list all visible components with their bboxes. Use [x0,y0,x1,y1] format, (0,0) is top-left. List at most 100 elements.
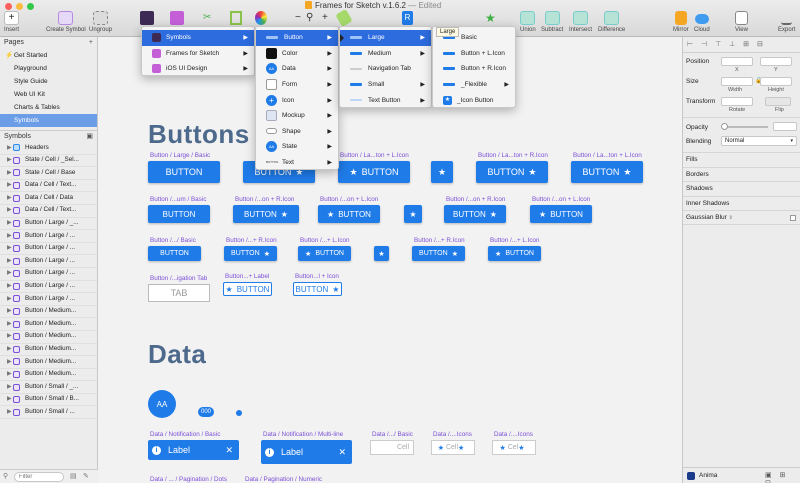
slider-knob[interactable] [721,123,728,130]
button-small-r-icon[interactable]: BUTTON ★ [412,246,465,261]
menu-item-button[interactable]: Button ▶ [256,30,338,46]
flip-buttons[interactable] [765,97,791,106]
rotate-field[interactable] [721,97,753,106]
layer-item[interactable]: ▶ Data / Cell / Text... [0,205,97,218]
menu-item-frames-for-sketch[interactable]: Frames for Sketch ▶ [142,46,254,62]
artboard-icon[interactable] [230,11,242,25]
menu-item-mockup[interactable]: Mockup ▶ [256,108,338,124]
minimize-window-button[interactable] [16,3,23,10]
align-icons[interactable]: ⊢ ⊣ ⊤ ⊥ ⊞ ⊟ [687,40,766,48]
mirror-button[interactable]: Mirror [673,11,689,33]
layer-item[interactable]: ▶ Button / Large / _... [0,218,97,231]
blur-checkbox[interactable] [790,215,796,221]
magnifier-icon[interactable]: ⚲ [306,11,313,25]
close-icon[interactable]: ✕ [338,447,346,458]
page-item-web-ui-kit[interactable]: Web UI Kit [0,88,97,101]
layer-item[interactable]: ▶ Button / Large / ... [0,268,97,281]
menu-item-small[interactable]: Small ▶ [340,77,431,93]
layer-item[interactable]: ▶ Button / Large / ... [0,243,97,256]
navigation-tab[interactable]: TAB [148,284,210,302]
intersect-button[interactable]: Intersect [569,11,592,33]
button-large-r-icon[interactable]: BUTTON ★ [476,161,548,183]
button-medium-basic[interactable]: BUTTON [148,205,210,223]
layers-filter-icon[interactable]: ▤ [70,472,77,480]
data-cell-basic[interactable]: Cell [370,440,414,455]
zoom-window-button[interactable] [27,3,34,10]
shadows-section[interactable]: Shadows [683,181,800,195]
craft-icon[interactable]: ✂ [203,11,211,25]
page-item-get-started[interactable]: ⚡ Get Started [0,49,97,62]
menu-item-shape[interactable]: Shape ▶ [256,124,338,140]
button-small-r-icon[interactable]: BUTTON ★ [224,246,277,261]
menu-item-text[interactable]: BUTTON Text ▶ [256,155,338,171]
button-medium-r-icon[interactable]: BUTTON ★ [444,205,506,223]
height-field[interactable] [760,77,792,86]
button-small-l-icon[interactable]: ★ BUTTON [488,246,541,261]
layer-item[interactable]: ▶ Button / Medium... [0,344,97,357]
menu-item-medium[interactable]: Medium ▶ [340,46,431,62]
layer-item[interactable]: ▶ Button / Medium... [0,306,97,319]
menu-item-state[interactable]: AA State ▶ [256,139,338,155]
gaussian-blur-section[interactable]: Gaussian Blur ⇕ [683,210,800,224]
ungroup-button[interactable]: Ungroup [89,11,112,33]
menu-item-button-l-icon[interactable]: Button + L.Icon [433,46,515,62]
layer-item[interactable]: ▶ Button / Small / _... [0,381,97,394]
pencil-icon[interactable]: ✎ [83,472,89,480]
layer-item[interactable]: ▶ Button / Large / ... [0,293,97,306]
layer-item[interactable]: ▶ Button / Medium... [0,331,97,344]
cloud-button[interactable]: Cloud [694,11,710,33]
close-window-button[interactable] [5,3,12,10]
button-large-basic[interactable]: BUTTON [148,161,220,183]
button-large-r-icon[interactable]: BUTTON ★ [571,161,643,183]
layer-item[interactable]: ▶ Button / Medium... [0,356,97,369]
button-large-icon-only[interactable]: ★ [431,161,453,183]
data-cell-icons[interactable]: ★ Cell ★ [431,440,475,455]
menu-item-color[interactable]: Color ▶ [256,46,338,62]
color-wheel-icon[interactable] [255,11,267,25]
plugin-r-icon[interactable]: R [402,11,413,25]
menu-item-button-r-icon[interactable]: Button + R.Icon [433,61,515,77]
view-button[interactable]: View [735,11,748,33]
button-small-basic[interactable]: BUTTON [148,246,201,261]
filter-input[interactable] [14,472,64,482]
inner-shadows-section[interactable]: Inner Shadows [683,196,800,210]
layer-item[interactable]: ▶ Headers [0,142,97,155]
layer-item[interactable]: ▶ Button / Small / B... [0,394,97,407]
insert-button[interactable]: + Insert [4,11,19,33]
symbols-plugin-icon[interactable] [140,11,154,25]
borders-section[interactable]: Borders [683,167,800,181]
layer-item[interactable]: ▶ Button / Large / ... [0,255,97,268]
frames-plugin-icon[interactable] [170,11,184,25]
subtract-button[interactable]: Subtract [541,11,563,33]
zoom-out-button[interactable]: − [295,11,301,25]
blending-select[interactable]: Normal ▾ [721,136,797,146]
menu-item-text-button[interactable]: Text Button ▶ [340,92,431,108]
star-plugin-icon[interactable]: ★ [485,11,496,25]
menu-item-navigation-tab[interactable]: Navigation Tab [340,61,431,77]
layer-item[interactable]: ▶ State / Cell / Base [0,167,97,180]
notification-multiline[interactable]: i Label ✕ [261,440,352,464]
menu-item-symbols[interactable]: Symbols ▶ [142,30,254,46]
layer-item[interactable]: ▶ Button / Large / ... [0,230,97,243]
menu-item-icon[interactable]: + Icon ▶ [256,92,338,108]
fills-section[interactable]: Fills [683,152,800,166]
menu-item-flexible[interactable]: _Flexible ▶ [433,77,515,93]
page-item-symbols[interactable]: Symbols [0,114,97,127]
y-field[interactable] [760,57,792,66]
page-item-playground[interactable]: Playground [0,62,97,75]
text-button-r-icon[interactable]: BUTTON ★ [293,282,342,296]
layer-item[interactable]: ▶ State / Cell / _Sel... [0,155,97,168]
close-icon[interactable]: ✕ [225,445,233,456]
layer-item[interactable]: ▶ Button / Medium... [0,369,97,382]
layer-item[interactable]: ▶ Data / Cell / Data [0,192,97,205]
link-icon[interactable] [335,8,353,28]
data-cell-icons[interactable]: ★ Cel ★ [492,440,536,455]
button-small-icon-only[interactable]: ★ [374,246,389,261]
button-medium-icon-only[interactable]: ★ [404,205,422,223]
layer-item[interactable]: ▶ Button / Large / ... [0,281,97,294]
anima-actions-icons[interactable]: ▣ ⊞ ⊡ [765,471,800,483]
add-page-button[interactable]: + [89,37,93,49]
layer-item[interactable]: ▶ Button / Small / ... [0,406,97,420]
menu-item-form[interactable]: Form ▶ [256,77,338,93]
layer-item[interactable]: ▶ Data / Cell / Text... [0,180,97,193]
